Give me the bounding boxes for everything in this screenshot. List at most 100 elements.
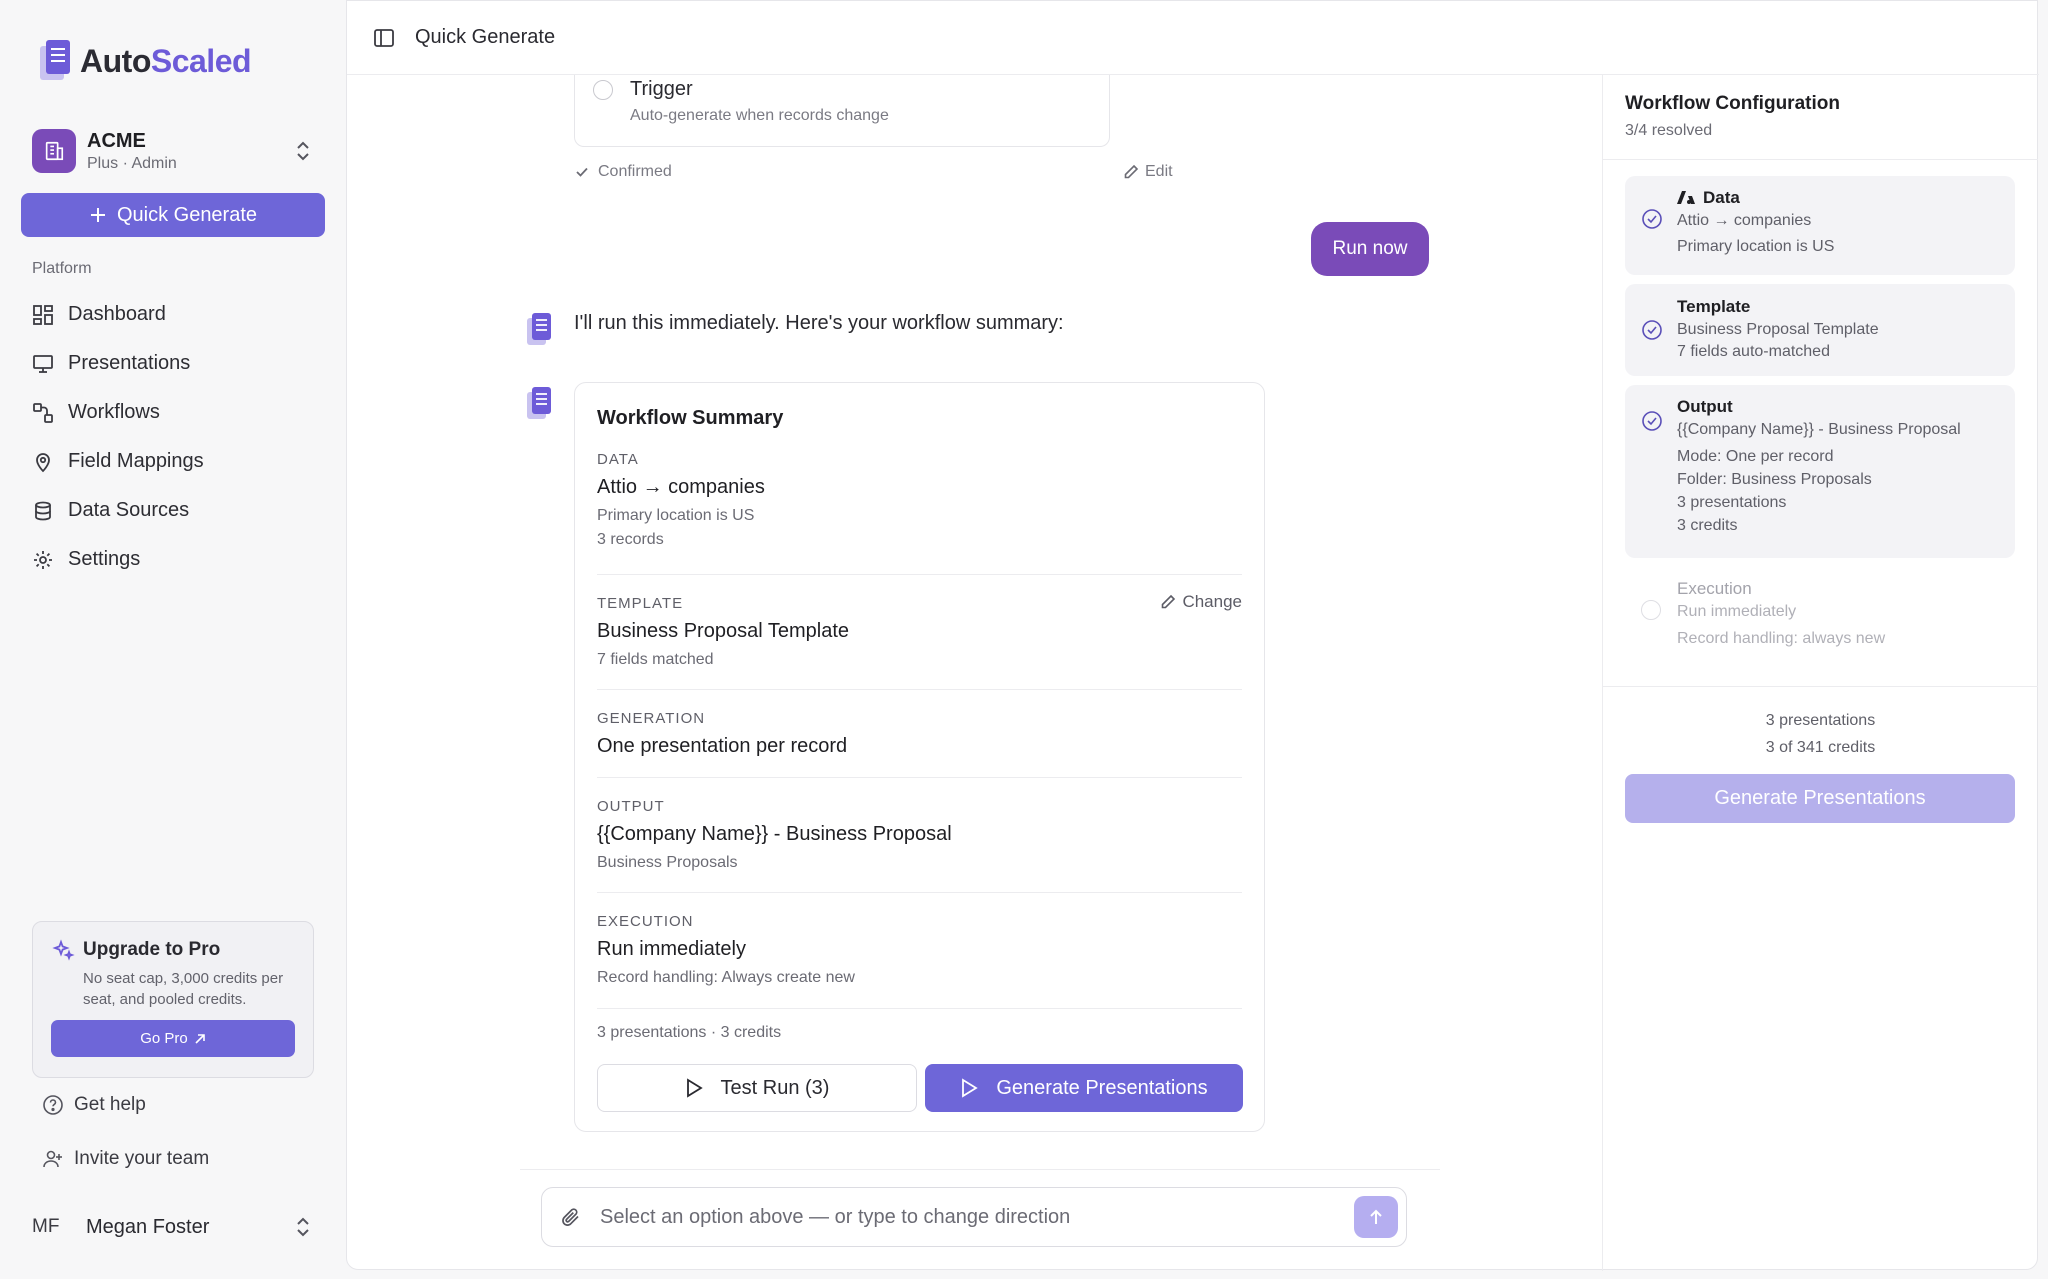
config-generate-button[interactable]: Generate Presentations [1625, 774, 2015, 823]
template-label: TEMPLATE [597, 595, 684, 612]
template-fields: 7 fields matched [597, 651, 714, 668]
map-pin-icon [36, 452, 50, 472]
paperclip-icon[interactable] [560, 1206, 582, 1228]
plus-icon [90, 208, 105, 222]
app-logo[interactable]: AutoScaled [38, 38, 252, 84]
main-panel: Quick Generate Trigger Auto-generate whe… [346, 0, 2039, 1271]
check-circle-icon [1642, 209, 1662, 229]
config-credits-usage: 3 of 341 credits [1765, 739, 1876, 756]
invite-team-link[interactable]: Invite your team [42, 1148, 209, 1170]
trigger-description: Auto-generate when records change [630, 107, 889, 124]
user-message-bubble: Run now [1311, 222, 1429, 276]
sidebar-item-field-mappings[interactable]: Field Mappings [32, 437, 332, 486]
upgrade-description: No seat cap, 3,000 credits per seat, and… [83, 970, 284, 1008]
send-button[interactable] [1354, 1196, 1398, 1238]
edit-button[interactable]: Edit [1123, 163, 1173, 181]
config-output-folder: Folder: Business Proposals [1677, 471, 1872, 488]
config-output-head: Output [1677, 397, 1733, 416]
config-step-data[interactable]: Data Attio → companies Primary location … [1625, 176, 2015, 275]
sidebar-item-workflows[interactable]: Workflows [32, 388, 332, 437]
arrow-up-right-icon [195, 1033, 205, 1044]
summary-totals: 3 presentations · 3 credits [597, 1024, 782, 1041]
config-execution-head: Execution [1677, 579, 1752, 598]
logo-text: AutoScaled [80, 42, 252, 80]
sidebar-item-data-sources[interactable]: Data Sources [32, 486, 332, 535]
presentation-icon [33, 354, 53, 373]
sidebar-item-settings[interactable]: Settings [32, 535, 332, 584]
generate-presentations-button[interactable]: Generate Presentations [925, 1064, 1243, 1112]
gear-icon [34, 550, 52, 569]
sidebar-nav: Dashboard Presentations Workflows Field … [32, 290, 332, 584]
divider [597, 1008, 1242, 1009]
page-title: Quick Generate [415, 26, 556, 48]
summary-title: Workflow Summary [597, 407, 784, 429]
config-presentations-count: 3 presentations [1765, 712, 1876, 729]
sidebar-item-label: Workflows [68, 401, 160, 423]
assistant-avatar-icon [527, 313, 551, 345]
summary-output-section: OUTPUT {{Company Name}} - Business Propo… [597, 798, 1242, 872]
summary-template-section: TEMPLATE Business Proposal Template 7 fi… [597, 595, 1242, 669]
check-circle-icon [1642, 411, 1662, 431]
logo-suffix: Scaled [150, 42, 252, 79]
divider [597, 777, 1242, 778]
divider [1603, 159, 2038, 160]
trigger-title: Trigger [630, 78, 693, 100]
go-pro-label: Go Pro [140, 1030, 188, 1047]
get-help-label: Get help [74, 1094, 146, 1115]
test-run-button[interactable]: Test Run (3) [597, 1064, 917, 1112]
play-icon [962, 1078, 979, 1098]
execution-label: EXECUTION [597, 913, 694, 930]
divider [597, 892, 1242, 893]
sidebar-item-dashboard[interactable]: Dashboard [32, 290, 332, 339]
org-plan: Plus · Admin [87, 154, 177, 172]
building-icon [45, 141, 64, 161]
config-output-name: {{Company Name}} - Business Proposal [1677, 421, 1961, 438]
quick-generate-label: Quick Generate [116, 203, 258, 226]
sidebar-item-label: Dashboard [68, 303, 166, 325]
trigger-option-card[interactable]: Trigger Auto-generate when records chang… [574, 75, 1110, 147]
generate-label: Generate Presentations [996, 1076, 1208, 1099]
message-input[interactable] [600, 1205, 1320, 1229]
template-name: Business Proposal Template [597, 620, 849, 642]
workflow-summary-card: Workflow Summary DATA Attio → companies … [574, 382, 1265, 1132]
section-label-platform: Platform [32, 260, 92, 277]
config-step-template[interactable]: Template Business Proposal Template 7 fi… [1625, 284, 2015, 376]
get-help-link[interactable]: Get help [42, 1094, 146, 1116]
change-label: Change [1182, 592, 1242, 611]
trigger-radio[interactable] [593, 80, 613, 100]
org-badge [32, 129, 76, 173]
database-icon [35, 501, 51, 520]
test-run-label: Test Run (3) [720, 1076, 830, 1099]
quick-generate-button[interactable]: Quick Generate [21, 193, 325, 237]
config-template-name: Business Proposal Template [1677, 321, 1879, 338]
config-execution-mode: Run immediately [1677, 603, 1797, 620]
arrow-up-icon [1370, 1209, 1382, 1224]
go-pro-button[interactable]: Go Pro [51, 1020, 295, 1057]
config-data-source: Attio → companies [1677, 212, 1812, 229]
org-switcher[interactable]: ACME Plus · Admin [32, 128, 322, 174]
avatar: MF [32, 1216, 60, 1237]
help-circle-icon [43, 1095, 63, 1115]
dashboard-icon [33, 304, 53, 325]
output-folder: Business Proposals [597, 854, 738, 871]
sidebar-toggle-icon[interactable] [373, 27, 395, 49]
sparkles-icon [52, 939, 75, 961]
execution-mode: Run immediately [597, 938, 746, 960]
output-name-pattern: {{Company Name}} - Business Proposal [597, 823, 952, 845]
confirmed-status: Confirmed [574, 163, 672, 181]
config-step-execution[interactable]: Execution Run immediately Record handlin… [1625, 567, 2015, 667]
sidebar-item-label: Settings [68, 548, 141, 570]
config-title: Workflow Configuration [1625, 93, 1840, 114]
data-source: Attio → companies [597, 476, 765, 498]
divider [597, 689, 1242, 690]
invite-team-label: Invite your team [74, 1148, 210, 1169]
sidebar-item-presentations[interactable]: Presentations [32, 339, 332, 388]
check-icon [576, 167, 588, 177]
config-resolved-count: 3/4 resolved [1625, 122, 1713, 139]
output-label: OUTPUT [597, 798, 665, 815]
user-menu[interactable]: MF Megan Foster [32, 1207, 322, 1247]
chevron-up-down-icon [297, 141, 309, 161]
confirmed-label: Confirmed [598, 163, 672, 180]
config-step-output[interactable]: Output {{Company Name}} - Business Propo… [1625, 385, 2015, 558]
change-template-button[interactable]: Change [1160, 592, 1242, 612]
